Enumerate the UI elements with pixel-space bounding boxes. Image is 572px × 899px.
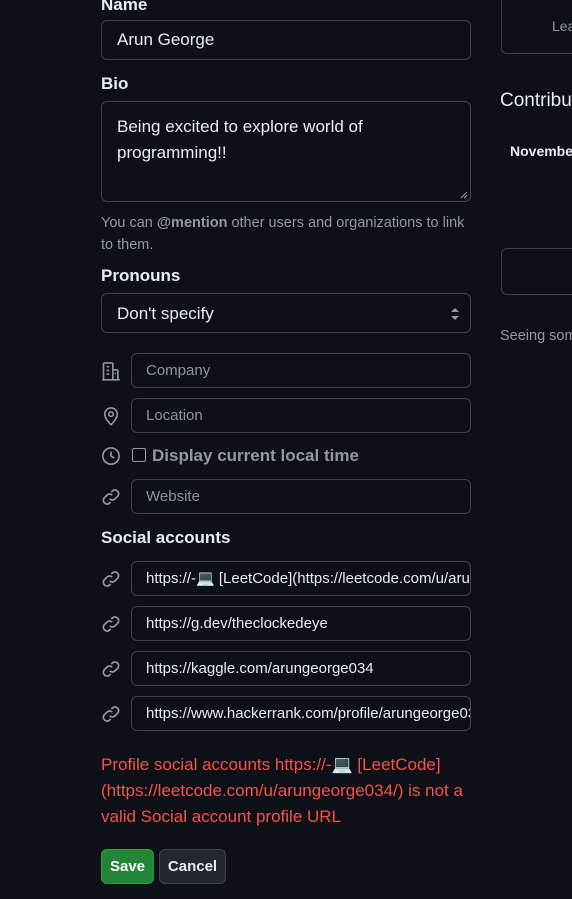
- social-account-input-4[interactable]: https://www.hackerrank.com/profile/arung…: [131, 696, 471, 731]
- sidebar-partial-text: Lea: [552, 18, 572, 34]
- mention-text: @mention: [156, 215, 228, 231]
- select-arrows-icon: [451, 308, 459, 320]
- clock-icon: [101, 446, 121, 466]
- location-input[interactable]: [131, 398, 471, 433]
- bio-label: Bio: [101, 74, 129, 93]
- social-account-input-1[interactable]: https://-💻 [LeetCode](https://leetcode.c…: [131, 561, 471, 596]
- cancel-button[interactable]: Cancel: [159, 849, 226, 884]
- bio-text: Being excited to explore world of progra…: [117, 117, 363, 162]
- company-input[interactable]: [131, 353, 471, 388]
- seeing-something-text: Seeing som: [500, 328, 572, 344]
- bio-textarea[interactable]: Being excited to explore world of progra…: [101, 101, 471, 202]
- local-time-checkbox[interactable]: [132, 448, 146, 462]
- sidebar-card-top: Lea: [501, 0, 572, 54]
- local-time-label: Display current local time: [152, 446, 359, 465]
- social-accounts-label: Social accounts: [101, 528, 231, 547]
- month-label: Novembe: [510, 143, 572, 159]
- right-sidebar: Lea Contribu Novembe Seeing som: [500, 0, 572, 899]
- resize-handle-icon[interactable]: [460, 191, 468, 199]
- pronouns-select[interactable]: Don't specify: [101, 293, 471, 333]
- save-button[interactable]: Save: [101, 849, 154, 884]
- bio-hint: You can @mention other users and organiz…: [101, 215, 465, 253]
- pronouns-selected-value: Don't specify: [117, 304, 214, 323]
- link-icon: [101, 487, 121, 507]
- social-account-input-3[interactable]: https://kaggle.com/arungeorge034: [131, 651, 471, 686]
- sidebar-card-bottom: [501, 248, 572, 295]
- social-account-input-2[interactable]: https://g.dev/theclockedeye: [131, 606, 471, 641]
- contributions-heading: Contribu: [500, 90, 572, 111]
- link-icon: [101, 569, 121, 589]
- name-label: Name: [101, 0, 148, 14]
- link-icon: [101, 614, 121, 634]
- location-pin-icon: [101, 406, 121, 426]
- pronouns-label: Pronouns: [101, 266, 181, 285]
- error-message: Profile social accounts https://-💻 [Leet…: [101, 755, 463, 826]
- website-input[interactable]: [131, 479, 471, 514]
- link-icon: [101, 704, 121, 724]
- name-input[interactable]: Arun George: [101, 20, 471, 60]
- link-icon: [101, 659, 121, 679]
- building-icon: [101, 361, 121, 381]
